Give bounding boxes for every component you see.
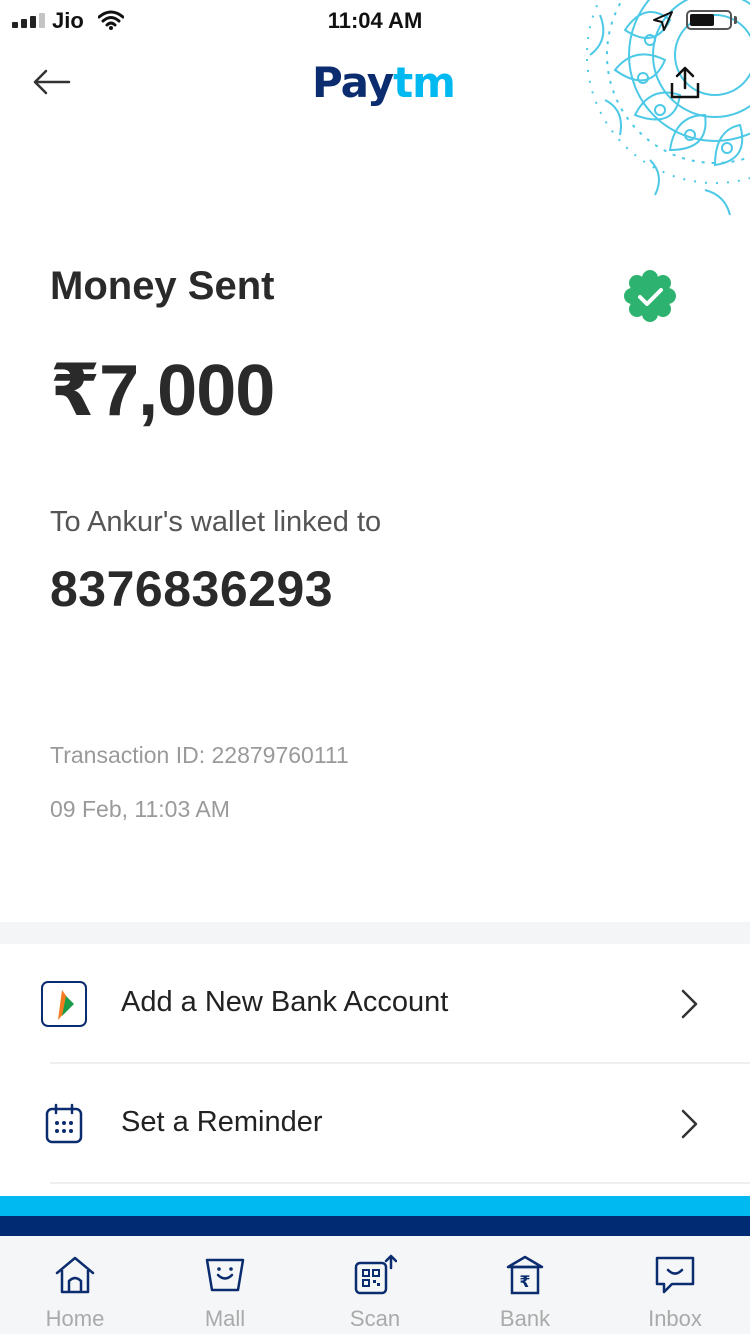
qr-scan-icon <box>350 1250 400 1300</box>
shopping-bag-icon <box>200 1250 250 1300</box>
nav-home[interactable]: Home <box>0 1236 150 1334</box>
battery-cap <box>734 16 737 24</box>
section-divider <box>0 922 750 944</box>
nav-inbox-label: Inbox <box>648 1306 702 1331</box>
nav-mall-label: Mall <box>204 1306 246 1331</box>
bhim-upi-icon <box>38 978 90 1030</box>
row-divider <box>50 1182 750 1184</box>
nav-home-label: Home <box>45 1306 105 1331</box>
brand-stripe-light <box>0 1196 750 1216</box>
location-arrow-icon <box>653 11 673 31</box>
calendar-icon <box>38 1098 90 1150</box>
nav-bank[interactable]: ₹ Bank <box>450 1236 600 1334</box>
add-bank-account-row[interactable]: Add a New Bank Account <box>0 944 750 1064</box>
share-icon <box>670 66 700 99</box>
brand-stripe-dark <box>0 1216 750 1236</box>
transaction-id: Transaction ID: 22879760111 <box>50 742 349 768</box>
nav-scan[interactable]: Scan <box>300 1236 450 1334</box>
add-bank-account-label: Add a New Bank Account <box>121 986 449 1018</box>
nav-inbox[interactable]: Inbox <box>600 1236 750 1334</box>
home-icon <box>50 1250 100 1300</box>
recipient-label: To Ankur's wallet linked to <box>50 506 382 538</box>
chevron-right-icon <box>681 1109 698 1139</box>
battery-icon <box>686 10 732 30</box>
check-badge-icon <box>624 270 676 322</box>
nav-bank-label: Bank <box>499 1306 551 1331</box>
chevron-right-icon <box>681 989 698 1019</box>
back-button[interactable] <box>26 62 76 102</box>
bottom-navigation: Home Mall Scan ₹ Bank Inbox <box>0 1236 750 1334</box>
set-reminder-row[interactable]: Set a Reminder <box>0 1064 750 1184</box>
transaction-amount: ₹7,000 <box>50 351 275 431</box>
paytm-logo: Paytm <box>312 58 456 107</box>
transaction-status-title: Money Sent <box>50 264 275 308</box>
chat-icon <box>650 1250 700 1300</box>
transaction-datetime: 09 Feb, 11:03 AM <box>50 796 230 822</box>
nav-mall[interactable]: Mall <box>150 1236 300 1334</box>
nav-scan-label: Scan <box>349 1306 401 1331</box>
svg-text:₹: ₹ <box>519 1272 530 1291</box>
bank-icon: ₹ <box>500 1250 550 1300</box>
share-button[interactable] <box>660 58 710 108</box>
mandala-decoration <box>586 0 750 216</box>
set-reminder-label: Set a Reminder <box>121 1106 323 1138</box>
recipient-number: 8376836293 <box>50 561 334 617</box>
arrow-left-icon <box>33 69 71 95</box>
